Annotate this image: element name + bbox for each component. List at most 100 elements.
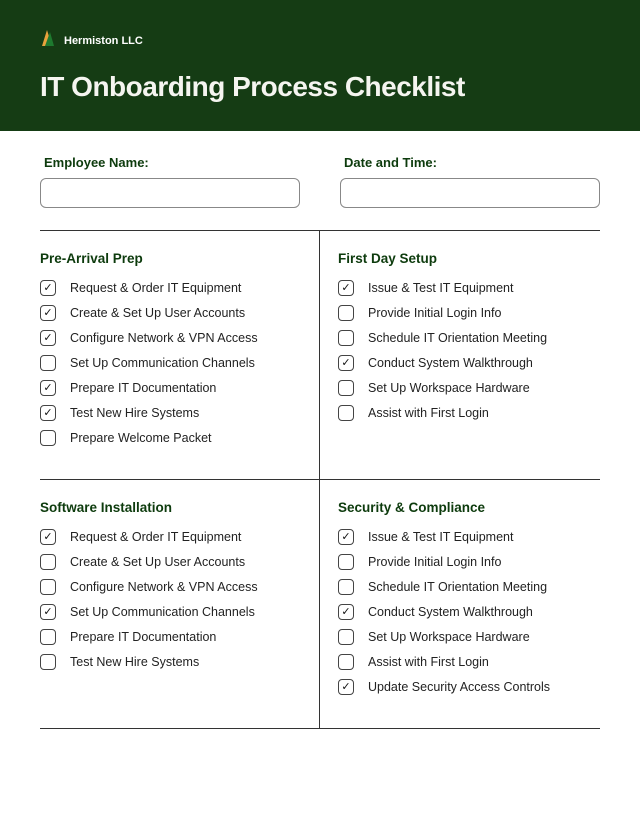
checkbox[interactable]: ✓ <box>40 405 56 421</box>
checklist-item-label: Prepare IT Documentation <box>70 381 216 395</box>
checklist-item-label: Create & Set Up User Accounts <box>70 306 245 320</box>
checkbox[interactable]: ✓ <box>40 604 56 620</box>
section-title: First Day Setup <box>338 251 592 266</box>
brand: Hermiston LLC <box>40 28 600 53</box>
checklist-item-label: Provide Initial Login Info <box>368 555 501 569</box>
checklist-item: Schedule IT Orientation Meeting <box>338 330 592 346</box>
checkbox[interactable] <box>338 380 354 396</box>
checkbox[interactable] <box>338 654 354 670</box>
checklist-item: ✓ Create & Set Up User Accounts <box>40 305 305 321</box>
checkbox[interactable] <box>338 405 354 421</box>
brand-logo-icon <box>40 28 56 53</box>
checklist-item: Set Up Communication Channels <box>40 355 305 371</box>
checklist-item-label: Assist with First Login <box>368 406 489 420</box>
checklist-item: ✓ Set Up Communication Channels <box>40 604 305 620</box>
checkbox[interactable] <box>40 654 56 670</box>
checklist-item: ✓ Conduct System Walkthrough <box>338 355 592 371</box>
checklist-item: Provide Initial Login Info <box>338 554 592 570</box>
checklist-item: Set Up Workspace Hardware <box>338 380 592 396</box>
checklist-item: Configure Network & VPN Access <box>40 579 305 595</box>
checklist-item-label: Conduct System Walkthrough <box>368 605 533 619</box>
checklist-item-label: Prepare IT Documentation <box>70 630 216 644</box>
checklist-item: Prepare IT Documentation <box>40 629 305 645</box>
checklist-item-label: Schedule IT Orientation Meeting <box>368 580 547 594</box>
checklist-item: Schedule IT Orientation Meeting <box>338 579 592 595</box>
checkbox[interactable]: ✓ <box>338 280 354 296</box>
checkbox[interactable] <box>40 629 56 645</box>
checkbox[interactable] <box>338 554 354 570</box>
checklist-item: ✓ Test New Hire Systems <box>40 405 305 421</box>
checklist-item: Provide Initial Login Info <box>338 305 592 321</box>
checklist-item: ✓ Request & Order IT Equipment <box>40 529 305 545</box>
checklist-item-label: Assist with First Login <box>368 655 489 669</box>
checkbox[interactable]: ✓ <box>338 529 354 545</box>
checkbox[interactable] <box>338 579 354 595</box>
checklist-section: First Day Setup ✓ Issue & Test IT Equipmen… <box>320 231 600 479</box>
checkbox[interactable]: ✓ <box>40 280 56 296</box>
checkbox[interactable]: ✓ <box>40 305 56 321</box>
checklist-section: Pre-Arrival Prep ✓ Request & Order IT Equi… <box>40 231 320 479</box>
checkbox[interactable] <box>40 579 56 595</box>
form-fields: Employee Name: Date and Time: <box>40 155 600 208</box>
checkbox[interactable] <box>338 305 354 321</box>
checklist-item: ✓ Conduct System Walkthrough <box>338 604 592 620</box>
checklist-item-label: Configure Network & VPN Access <box>70 331 258 345</box>
checklist-section: Security & Compliance ✓ Issue & Test IT Eq… <box>320 480 600 728</box>
checklist-item-label: Update Security Access Controls <box>368 680 550 694</box>
employee-name-label: Employee Name: <box>44 155 300 170</box>
checklist-item: Test New Hire Systems <box>40 654 305 670</box>
section-title: Software Installation <box>40 500 305 515</box>
checklist-item: Prepare Welcome Packet <box>40 430 305 446</box>
checklist-item-label: Configure Network & VPN Access <box>70 580 258 594</box>
brand-name: Hermiston LLC <box>64 35 143 47</box>
checklist-item-label: Set Up Communication Channels <box>70 605 255 619</box>
date-time-label: Date and Time: <box>344 155 600 170</box>
employee-name-input[interactable] <box>40 178 300 208</box>
checklist-item-label: Request & Order IT Equipment <box>70 530 241 544</box>
bottom-rule <box>40 728 600 729</box>
section-title: Security & Compliance <box>338 500 592 515</box>
checkbox[interactable]: ✓ <box>338 679 354 695</box>
checklist-item-label: Set Up Workspace Hardware <box>368 630 530 644</box>
checklist-item: ✓ Request & Order IT Equipment <box>40 280 305 296</box>
checklist-grid: Pre-Arrival Prep ✓ Request & Order IT Equi… <box>40 230 600 728</box>
checkbox[interactable]: ✓ <box>338 604 354 620</box>
checklist-item-label: Prepare Welcome Packet <box>70 431 212 445</box>
checkbox[interactable] <box>338 330 354 346</box>
checklist-item-label: Request & Order IT Equipment <box>70 281 241 295</box>
checklist-item: Set Up Workspace Hardware <box>338 629 592 645</box>
checklist-item-label: Test New Hire Systems <box>70 655 199 669</box>
checkbox[interactable] <box>338 629 354 645</box>
checkbox[interactable] <box>40 554 56 570</box>
checkbox[interactable]: ✓ <box>40 380 56 396</box>
checkbox[interactable]: ✓ <box>338 355 354 371</box>
checklist-item: Assist with First Login <box>338 405 592 421</box>
header: Hermiston LLC IT Onboarding Process Chec… <box>0 0 640 131</box>
checklist-item-label: Create & Set Up User Accounts <box>70 555 245 569</box>
content-area: Employee Name: Date and Time: Pre-Arriva… <box>0 131 640 728</box>
checklist-item: ✓ Update Security Access Controls <box>338 679 592 695</box>
checkbox[interactable]: ✓ <box>40 529 56 545</box>
page-title: IT Onboarding Process Checklist <box>40 71 600 103</box>
checklist-item: Create & Set Up User Accounts <box>40 554 305 570</box>
checklist-section: Software Installation ✓ Request & Order IT… <box>40 480 320 728</box>
section-title: Pre-Arrival Prep <box>40 251 305 266</box>
checklist-item-label: Issue & Test IT Equipment <box>368 530 513 544</box>
date-time-group: Date and Time: <box>340 155 600 208</box>
checklist-item-label: Provide Initial Login Info <box>368 306 501 320</box>
checklist-item-label: Test New Hire Systems <box>70 406 199 420</box>
checklist-item: Assist with First Login <box>338 654 592 670</box>
checklist-item-label: Set Up Workspace Hardware <box>368 381 530 395</box>
checkbox[interactable]: ✓ <box>40 330 56 346</box>
checklist-item: ✓ Issue & Test IT Equipment <box>338 280 592 296</box>
checklist-item-label: Issue & Test IT Equipment <box>368 281 513 295</box>
checkbox[interactable] <box>40 355 56 371</box>
date-time-input[interactable] <box>340 178 600 208</box>
employee-name-group: Employee Name: <box>40 155 300 208</box>
checklist-item: ✓ Issue & Test IT Equipment <box>338 529 592 545</box>
checklist-item: ✓ Prepare IT Documentation <box>40 380 305 396</box>
checklist-item-label: Set Up Communication Channels <box>70 356 255 370</box>
checkbox[interactable] <box>40 430 56 446</box>
checklist-item: ✓ Configure Network & VPN Access <box>40 330 305 346</box>
checklist-item-label: Conduct System Walkthrough <box>368 356 533 370</box>
